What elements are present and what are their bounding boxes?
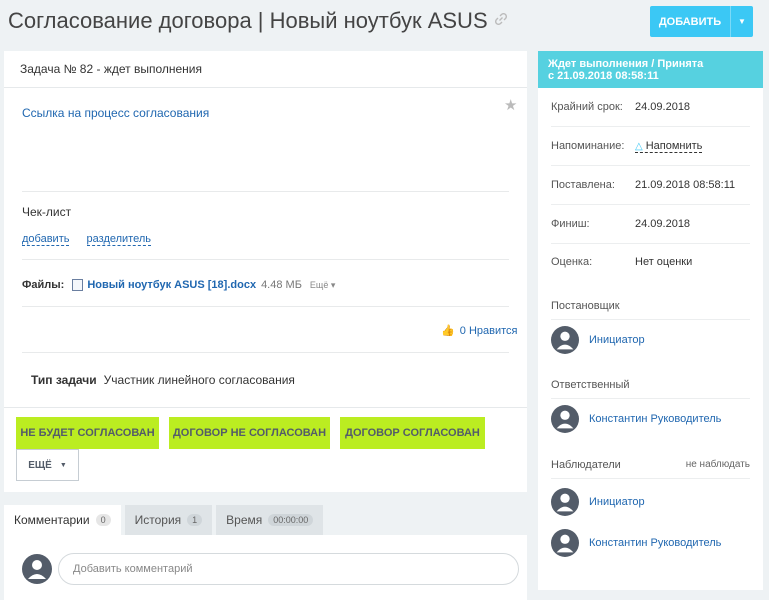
avatar	[551, 326, 579, 354]
more-button[interactable]: ЕЩЁ ▼	[16, 449, 79, 481]
chevron-down-icon: ▼	[59, 461, 67, 469]
comment-input[interactable]: Добавить комментарий	[58, 553, 519, 585]
divider	[22, 306, 509, 307]
divider	[551, 478, 750, 479]
tab-count: 00:00:00	[268, 514, 314, 526]
deadline-row: Крайний срок: 24.09.2018	[551, 88, 750, 127]
user-icon	[556, 493, 574, 512]
not-approved-button[interactable]: НЕ БУДЕТ СОГЛАСОВАН	[16, 417, 159, 449]
star-icon[interactable]: ★	[504, 96, 517, 114]
like-label: Нравится	[468, 325, 518, 337]
task-type-value: Участник линейного согласования	[103, 373, 295, 387]
observer-person[interactable]: Константин Руководитель	[551, 529, 721, 557]
finish-row: Финиш: 24.09.2018	[551, 205, 750, 244]
responsible-section-label: Ответственный	[551, 379, 630, 391]
tab-label: Комментарии	[14, 513, 90, 527]
deadline-value[interactable]: 24.09.2018	[635, 101, 690, 113]
rating-row: Оценка: Нет оценки	[551, 242, 750, 281]
file-link[interactable]: Новый ноутбук ASUS [18].docx	[87, 279, 256, 291]
status-since: с 21.09.2018 08:58:11	[548, 70, 659, 82]
files-row: Файлы: Новый ноутбук ASUS [18].docx 4.48…	[22, 279, 335, 291]
row-label: Поставлена:	[551, 179, 615, 191]
row-label: Оценка:	[551, 255, 593, 268]
task-type-label: Тип задачи	[31, 373, 97, 387]
tab-history[interactable]: История 1	[124, 505, 213, 535]
contract-rejected-button[interactable]: ДОГОВОР НЕ СОГЛАСОВАН	[169, 417, 330, 449]
row-label: Напоминание:	[551, 140, 625, 152]
avatar	[551, 529, 579, 557]
created-row: Поставлена: 21.09.2018 08:58:11	[551, 166, 750, 205]
tab-time[interactable]: Время 00:00:00	[216, 505, 324, 535]
row-label: Крайний срок:	[551, 101, 623, 113]
created-value: 21.09.2018 08:58:11	[635, 179, 736, 191]
add-button[interactable]: ДОБАВИТЬ ▼	[650, 6, 753, 37]
tab-label: Время	[226, 513, 263, 527]
tab-comments[interactable]: Комментарии 0	[4, 505, 121, 535]
divider	[22, 352, 509, 353]
divider	[22, 191, 509, 192]
like-button[interactable]: 👍 0 Нравится	[441, 324, 518, 337]
creator-name: Инициатор	[589, 334, 645, 346]
more-button-label: ЕЩЁ	[28, 459, 52, 471]
checklist-separator-link[interactable]: разделитель	[86, 233, 151, 246]
rating-value[interactable]: Нет оценки	[635, 256, 692, 268]
user-icon	[28, 560, 46, 579]
task-heading: Задача № 82 - ждет выполнения	[4, 51, 527, 88]
avatar	[551, 488, 579, 516]
task-sidebar: Ждет выполнения / Принята с 21.09.2018 0…	[538, 51, 763, 590]
page-header: Согласование договора | Новый ноутбук AS…	[0, 0, 769, 44]
files-label: Файлы:	[22, 279, 65, 291]
row-label: Финиш:	[551, 218, 590, 230]
responsible-person[interactable]: Константин Руководитель	[551, 405, 721, 433]
actions-divider	[4, 407, 527, 408]
avatar	[22, 554, 52, 584]
tab-count: 0	[95, 514, 111, 526]
observer-name: Константин Руководитель	[589, 537, 722, 549]
add-button-label: ДОБАВИТЬ	[658, 15, 722, 28]
reminder-link[interactable]: △ Напомнить	[635, 139, 703, 153]
file-more-button[interactable]: Ещё ▾	[310, 280, 335, 291]
like-count: 0	[459, 325, 466, 337]
checklist-add-link[interactable]: добавить	[22, 233, 70, 246]
observers-label: Наблюдатели	[551, 459, 621, 471]
user-icon	[556, 410, 574, 429]
divider	[551, 319, 750, 320]
user-icon	[556, 331, 574, 350]
comment-box: Добавить комментарий	[4, 535, 527, 600]
tab-count: 1	[187, 514, 203, 526]
user-icon	[556, 534, 574, 553]
file-more-label: Ещё	[309, 279, 329, 290]
chevron-down-icon[interactable]: ▼	[731, 17, 753, 26]
contract-approved-button[interactable]: ДОГОВОР СОГЛАСОВАН	[340, 417, 485, 449]
observers-section: Наблюдатели не наблюдать	[551, 459, 750, 471]
link-icon[interactable]	[494, 12, 508, 26]
divider	[22, 259, 509, 260]
task-type: Тип задачи Участник линейного согласовани…	[31, 373, 295, 387]
bell-icon: △	[635, 140, 643, 152]
reminder-row: Напоминание: △ Напомнить	[551, 127, 750, 166]
status-header: Ждет выполнения / Принята с 21.09.2018 0…	[538, 51, 763, 88]
avatar	[551, 405, 579, 433]
creator-person[interactable]: Инициатор	[551, 326, 645, 354]
page-title: Согласование договора | Новый ноутбук AS…	[8, 8, 508, 34]
finish-value: 24.09.2018	[635, 218, 691, 230]
observer-name: Инициатор	[589, 496, 645, 508]
observer-person[interactable]: Инициатор	[551, 488, 645, 516]
tab-label: История	[134, 513, 182, 527]
divider	[551, 398, 750, 399]
reminder-label: Напомнить	[645, 139, 703, 152]
document-icon	[72, 279, 84, 291]
status-line: Ждет выполнения / Принята	[548, 58, 704, 70]
chevron-down-icon: ▾	[330, 279, 336, 290]
checklist-label: Чек-лист	[22, 205, 72, 219]
stop-observing-link[interactable]: не наблюдать	[686, 459, 750, 471]
process-link[interactable]: Ссылка на процесс согласования	[22, 106, 209, 120]
thumbs-up-icon: 👍	[441, 325, 455, 337]
file-size: 4.48 МБ	[261, 279, 302, 291]
task-card: Задача № 82 - ждет выполнения Ссылка на …	[4, 51, 527, 492]
responsible-name: Константин Руководитель	[589, 413, 722, 425]
tab-bar: Комментарии 0 История 1 Время 00:00:00	[4, 505, 327, 535]
checklist-links: добавить разделитель	[22, 233, 165, 246]
creator-section-label: Постановщик	[551, 300, 620, 312]
